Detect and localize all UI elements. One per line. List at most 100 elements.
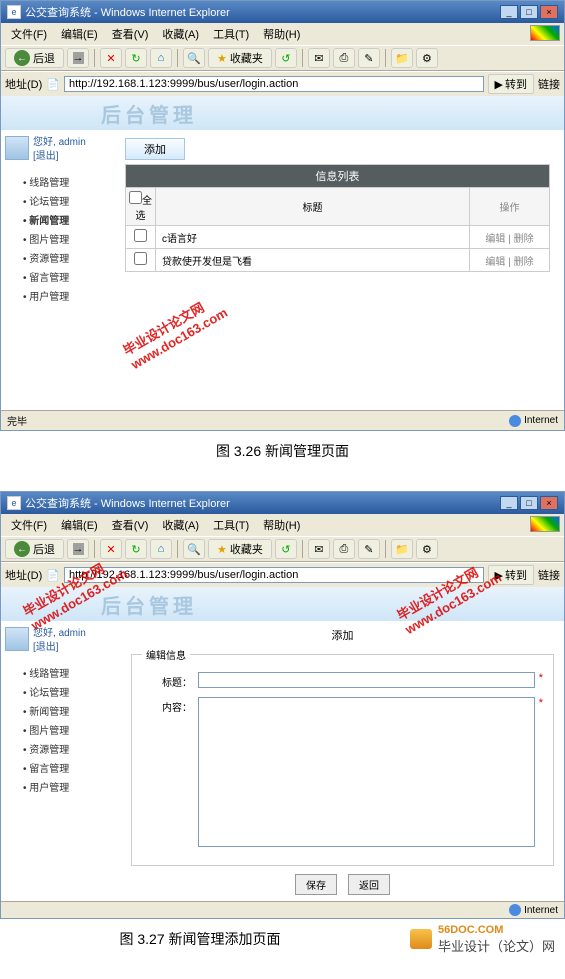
nav-news[interactable]: 新闻管理: [23, 701, 117, 720]
row-checkbox[interactable]: [134, 229, 147, 242]
maximize-button[interactable]: □: [520, 496, 538, 510]
back-button[interactable]: ← 后退: [5, 539, 64, 559]
nav-list: 线路管理 论坛管理 新闻管理 图片管理 资源管理 留言管理 用户管理: [5, 663, 117, 796]
url-input[interactable]: [64, 76, 484, 92]
menu-favorites[interactable]: 收藏(A): [156, 25, 205, 43]
menu-edit[interactable]: 编辑(E): [55, 25, 104, 43]
menu-help[interactable]: 帮助(H): [257, 516, 306, 534]
menu-favorites[interactable]: 收藏(A): [156, 516, 205, 534]
add-button[interactable]: 添加: [125, 138, 185, 160]
row-title: c语言好: [156, 226, 470, 249]
menu-help[interactable]: 帮助(H): [257, 25, 306, 43]
home-button[interactable]: ⌂: [150, 48, 172, 68]
minimize-button[interactable]: _: [500, 5, 518, 19]
forward-button[interactable]: →: [67, 48, 89, 68]
mail-button[interactable]: ✉: [308, 539, 330, 559]
menu-edit[interactable]: 编辑(E): [55, 516, 104, 534]
zone-label: Internet: [524, 415, 558, 426]
logout-link[interactable]: [退出]: [33, 641, 86, 655]
figure-caption-2: 图 3.27 新闻管理添加页面: [0, 919, 400, 959]
history-button[interactable]: ↺: [275, 539, 297, 559]
logout-link[interactable]: [退出]: [33, 150, 86, 164]
nav-user[interactable]: 用户管理: [23, 777, 117, 796]
go-button[interactable]: ▶ 转到: [488, 74, 534, 94]
table-row: 贷款使开发但是飞看 编辑 | 删除: [126, 249, 550, 272]
menu-file[interactable]: 文件(F): [5, 25, 53, 43]
edit-button[interactable]: ✎: [358, 539, 380, 559]
menu-file[interactable]: 文件(F): [5, 516, 53, 534]
table-row: c语言好 编辑 | 删除: [126, 226, 550, 249]
stop-button[interactable]: ✕: [100, 539, 122, 559]
row-ops[interactable]: 编辑 | 删除: [470, 249, 550, 272]
extra-button-1[interactable]: 📁: [391, 48, 413, 68]
nav-route[interactable]: 线路管理: [23, 663, 117, 682]
nav-user[interactable]: 用户管理: [23, 286, 117, 305]
row-ops[interactable]: 编辑 | 删除: [470, 226, 550, 249]
minimize-button[interactable]: _: [500, 496, 518, 510]
main-pane: 添加 编辑信息 标题： * 内容： * 保存 返回: [121, 621, 564, 901]
edit-button[interactable]: ✎: [358, 48, 380, 68]
links-label[interactable]: 链接: [538, 567, 560, 583]
maximize-button[interactable]: □: [520, 5, 538, 19]
title-input[interactable]: [198, 672, 535, 688]
stop-button[interactable]: ✕: [100, 48, 122, 68]
print-button[interactable]: ⎙: [333, 539, 355, 559]
go-button[interactable]: ▶ 转到: [488, 565, 534, 585]
browser-window-2: e 公交查询系统 - Windows Internet Explorer _ □…: [0, 491, 565, 919]
nav-resource[interactable]: 资源管理: [23, 248, 117, 267]
content-textarea[interactable]: [198, 697, 535, 847]
windows-logo-icon: [530, 516, 560, 532]
address-label: 地址(D): [5, 76, 42, 92]
form-back-button[interactable]: 返回: [348, 874, 390, 895]
forward-arrow-icon: →: [73, 543, 84, 555]
nav-image[interactable]: 图片管理: [23, 229, 117, 248]
nav-message[interactable]: 留言管理: [23, 267, 117, 286]
window-title: 公交查询系统 - Windows Internet Explorer: [25, 495, 230, 511]
save-button[interactable]: 保存: [295, 874, 337, 895]
search-button[interactable]: 🔍: [183, 539, 205, 559]
address-bar: 地址(D) 📄 ▶ 转到 链接: [1, 71, 564, 96]
required-star: *: [539, 672, 543, 684]
favorites-button[interactable]: ★ 收藏夹: [208, 539, 272, 559]
menu-bar: 文件(F) 编辑(E) 查看(V) 收藏(A) 工具(T) 帮助(H): [1, 514, 564, 536]
links-label[interactable]: 链接: [538, 76, 560, 92]
history-button[interactable]: ↺: [275, 48, 297, 68]
refresh-button[interactable]: ↻: [125, 539, 147, 559]
mail-button[interactable]: ✉: [308, 48, 330, 68]
nav-message[interactable]: 留言管理: [23, 758, 117, 777]
titlebar: e 公交查询系统 - Windows Internet Explorer _ □…: [1, 492, 564, 514]
page-icon: 📄: [46, 78, 60, 91]
nav-news[interactable]: 新闻管理: [23, 210, 117, 229]
search-button[interactable]: 🔍: [183, 48, 205, 68]
menu-tools[interactable]: 工具(T): [207, 25, 255, 43]
favorites-button[interactable]: ★ 收藏夹: [208, 48, 272, 68]
avatar: [5, 136, 29, 160]
nav-forum[interactable]: 论坛管理: [23, 682, 117, 701]
nav-resource[interactable]: 资源管理: [23, 739, 117, 758]
refresh-button[interactable]: ↻: [125, 48, 147, 68]
menu-view[interactable]: 查看(V): [106, 516, 155, 534]
close-button[interactable]: ×: [540, 5, 558, 19]
menu-view[interactable]: 查看(V): [106, 25, 155, 43]
figure-caption-1: 图 3.26 新闻管理页面: [0, 431, 565, 471]
home-button[interactable]: ⌂: [150, 539, 172, 559]
nav-route[interactable]: 线路管理: [23, 172, 117, 191]
extra-button-2[interactable]: ⚙: [416, 48, 438, 68]
url-input[interactable]: [64, 567, 484, 583]
welcome-text: 您好, admin: [33, 627, 86, 641]
extra-button-1[interactable]: 📁: [391, 539, 413, 559]
avatar: [5, 627, 29, 651]
forward-button[interactable]: →: [67, 539, 89, 559]
nav-forum[interactable]: 论坛管理: [23, 191, 117, 210]
close-button[interactable]: ×: [540, 496, 558, 510]
row-checkbox[interactable]: [134, 252, 147, 265]
extra-button-2[interactable]: ⚙: [416, 539, 438, 559]
menu-tools[interactable]: 工具(T): [207, 516, 255, 534]
address-label: 地址(D): [5, 567, 42, 583]
ie-icon: e: [7, 496, 21, 510]
back-button[interactable]: ← 后退: [5, 48, 64, 68]
nav-image[interactable]: 图片管理: [23, 720, 117, 739]
system-title: 后台管理: [101, 590, 197, 619]
select-all-checkbox[interactable]: [129, 191, 142, 204]
print-button[interactable]: ⎙: [333, 48, 355, 68]
